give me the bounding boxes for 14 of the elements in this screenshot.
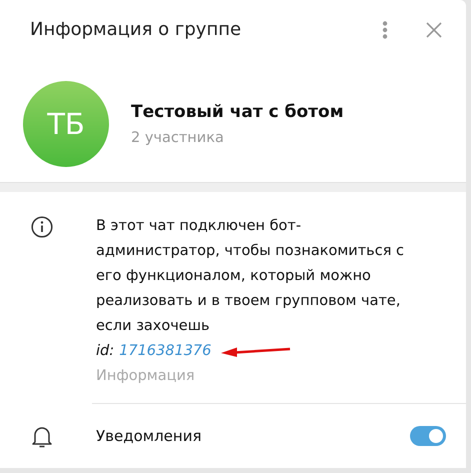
id-link[interactable]: 1716381376: [119, 339, 212, 364]
member-count: 2 участника: [131, 130, 225, 146]
group-avatar: ТБ: [23, 81, 109, 168]
window-title: Информация о группе: [30, 19, 242, 40]
bell-icon: [32, 426, 52, 448]
notifications-label: Уведомления: [96, 427, 202, 446]
id-label: id:: [96, 342, 114, 362]
arrow-drawing: [221, 346, 292, 357]
notifications-toggle[interactable]: [410, 426, 446, 446]
info-caption: Информация: [96, 367, 196, 386]
more-icon[interactable]: [382, 20, 388, 39]
info-icon: [31, 216, 53, 238]
group-name: Тестовый чат с ботом: [131, 102, 344, 122]
close-icon[interactable]: [426, 22, 442, 38]
